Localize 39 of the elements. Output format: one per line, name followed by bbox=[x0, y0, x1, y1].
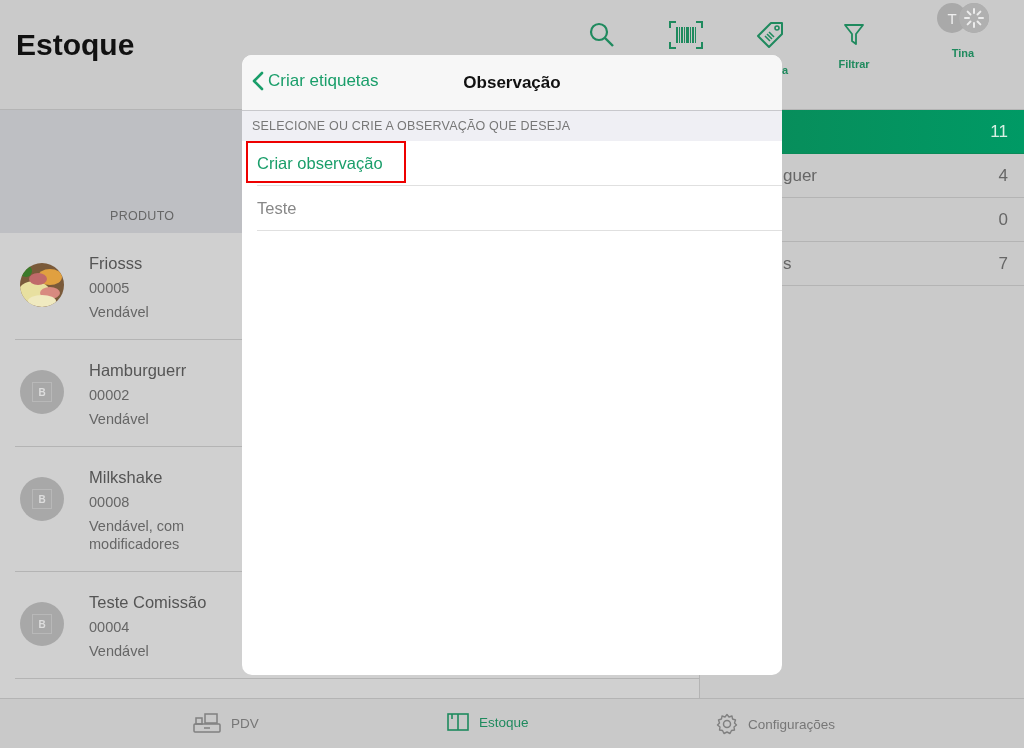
cash-register-icon bbox=[193, 713, 221, 733]
tag-icon[interactable] bbox=[756, 21, 784, 49]
settings-icon bbox=[716, 713, 738, 735]
product-code: 00004 bbox=[89, 618, 131, 636]
toolbar-label[interactable]: a bbox=[781, 64, 789, 76]
category-name: s bbox=[783, 253, 792, 274]
product-name: Friosss bbox=[89, 253, 144, 273]
section-header: SELECIONE OU CRIE A OBSERVAÇÃO QUE DESEJA bbox=[252, 119, 571, 133]
category-count: 7 bbox=[998, 253, 1008, 274]
page-title: Estoque bbox=[16, 28, 135, 62]
product-name: Hamburguerr bbox=[89, 360, 188, 380]
product-name: Teste Comissão bbox=[89, 592, 208, 612]
category-name: guer bbox=[783, 165, 818, 186]
modal-title: Observação bbox=[463, 72, 561, 93]
toolbar-label[interactable]: Filtrar bbox=[838, 58, 870, 70]
tab-bar-item[interactable]: Configurações bbox=[716, 713, 836, 735]
category-count: 0 bbox=[998, 209, 1008, 230]
category-count: 4 bbox=[998, 165, 1008, 186]
chevron-left-icon bbox=[252, 71, 264, 91]
tab-bar-item[interactable]: Estoque bbox=[447, 713, 529, 731]
product-status: Vendável, com modificadores bbox=[89, 517, 186, 553]
user-name: Tina bbox=[951, 47, 975, 59]
product-status: Vendável bbox=[89, 642, 150, 660]
product-code: 00005 bbox=[89, 279, 131, 297]
category-count: 11 bbox=[990, 121, 1008, 142]
back-button[interactable]: Criar etiquetas bbox=[252, 71, 379, 91]
create-link[interactable]: Criar observação bbox=[257, 153, 383, 173]
barcode-scanner-icon[interactable] bbox=[669, 21, 703, 49]
product-name: Milkshake bbox=[89, 467, 164, 487]
product-status: Vendável bbox=[89, 303, 150, 321]
filter-icon[interactable] bbox=[843, 23, 865, 47]
list-item[interactable]: Teste bbox=[257, 198, 297, 218]
product-code: 00002 bbox=[89, 386, 131, 404]
search-icon[interactable] bbox=[589, 22, 615, 48]
box-icon bbox=[447, 713, 469, 731]
product-code: 00008 bbox=[89, 493, 131, 511]
column-header: PRODUTO bbox=[110, 209, 175, 223]
tab-bar-item[interactable]: PDV bbox=[193, 713, 259, 733]
product-status: Vendável bbox=[89, 410, 150, 428]
